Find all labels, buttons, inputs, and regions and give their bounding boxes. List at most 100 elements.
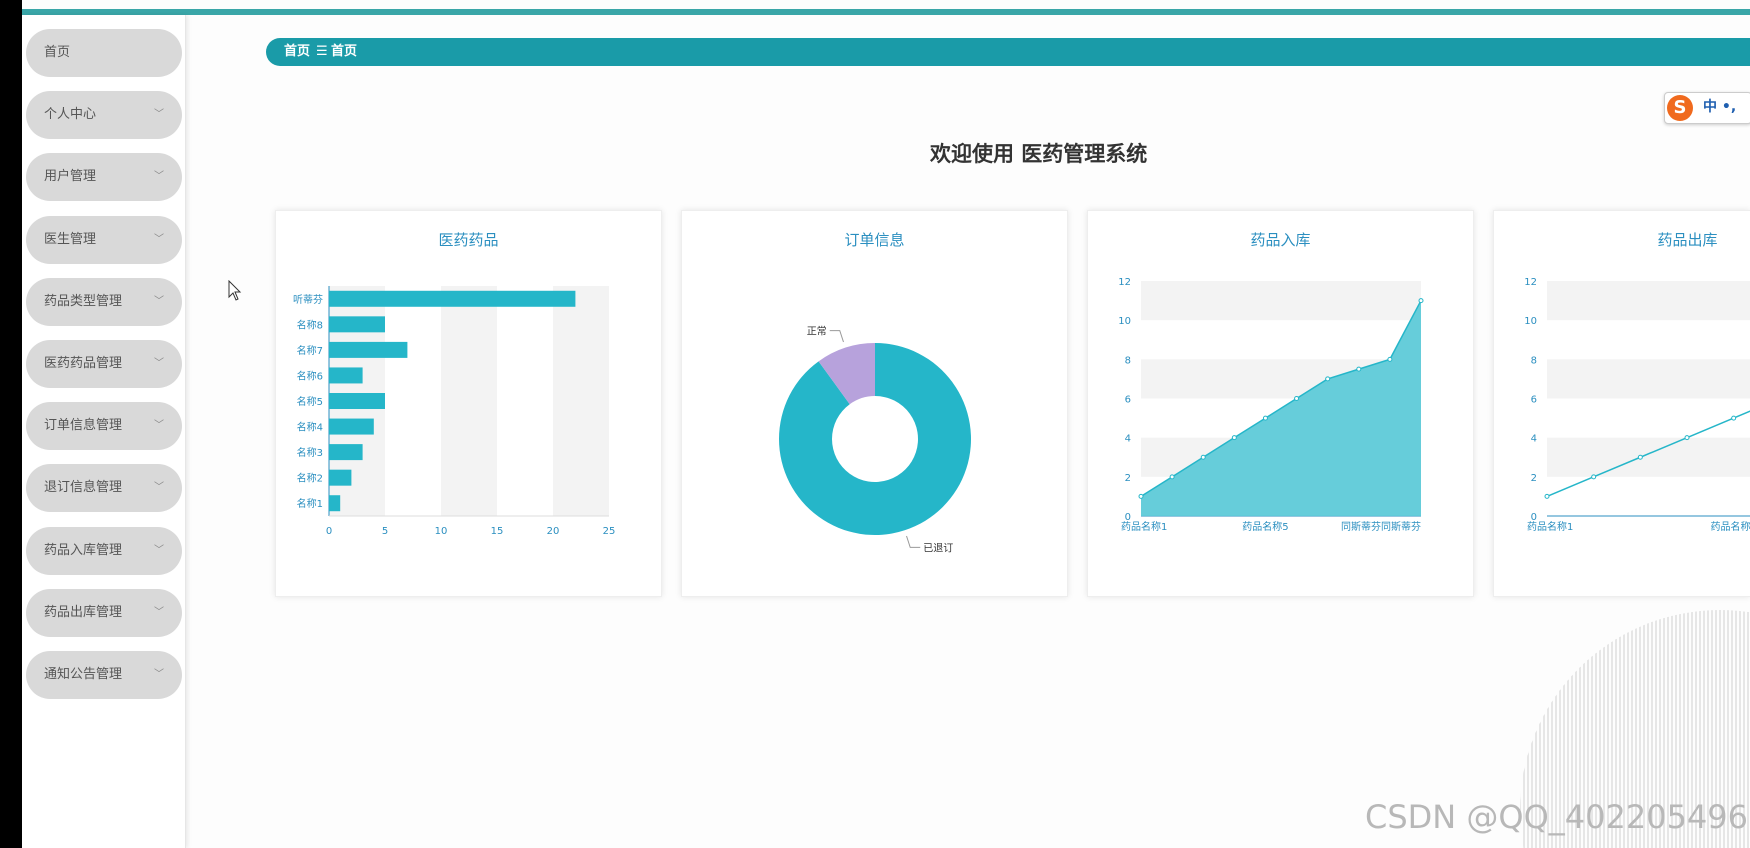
tick-label: 听蒂芬 [293, 294, 323, 306]
top-accent-bar [0, 9, 1750, 15]
tick-label: 0 [326, 526, 332, 537]
sidebar-item[interactable]: 药品出库管理 ﹀ [26, 588, 182, 637]
chevron-down-icon: ﹀ [154, 358, 164, 369]
data-point [1387, 356, 1393, 362]
grid-band [1141, 281, 1421, 321]
tick-label: 10 [1524, 316, 1537, 327]
tick-label: 名称8 [297, 318, 323, 331]
watermark: CSDN @QQ_402205496 [1365, 798, 1749, 836]
bar [329, 393, 385, 409]
tick-label: 5 [382, 526, 388, 537]
tick-label: 10 [1118, 316, 1131, 327]
sidebar-item[interactable]: 首页 [26, 29, 182, 77]
data-point [1637, 454, 1643, 460]
sidebar: 首页 个人中心 ﹀ 用户管理 ﹀ 医生管理 ﹀ 药品类型管理 ﹀ 医药药品管理 ﹀ 订单信息管理 ﹀ 退订… [22, 15, 186, 848]
chart-card-orders: 订单信息 已退订 正常 [681, 210, 1068, 597]
sidebar-item[interactable]: 医生管理 ﹀ [26, 215, 182, 264]
chevron-down-icon: ﹀ [154, 606, 164, 618]
grid-band [1547, 437, 1750, 477]
tick-label: 名称7 [297, 344, 323, 357]
slice-label: 已退订 [923, 542, 953, 554]
data-point [1169, 474, 1175, 480]
sidebar-item[interactable]: 订单信息管理 ﹀ [26, 402, 182, 451]
data-point [1262, 415, 1268, 421]
chevron-down-icon: ﹀ [154, 669, 164, 680]
page-title: 欢迎使用 医药管理系统 [930, 142, 1148, 166]
tick-label: 2 [1531, 473, 1537, 484]
bar-chart: 名称1 名称2 名称3 名称4 名称5 名称6 名称7 名称8 听蒂芬 0 5 10 15 20 25 [293, 286, 616, 537]
tick-label: 25 [603, 526, 616, 537]
donut-chart: 已退订 正常 [779, 325, 971, 554]
data-point [1356, 366, 1362, 372]
breadcrumb: 首页 ☰ 首页 [266, 38, 1750, 66]
chevron-down-icon: ﹀ [154, 544, 164, 556]
breadcrumb-current: 首页 [331, 44, 358, 59]
tick-label: 2 [1125, 473, 1131, 484]
tick-label: 名称6 [297, 369, 323, 382]
sidebar-item-label: 医生管理 [44, 231, 97, 247]
tick-label: 药品名称5 [1710, 520, 1750, 533]
chevron-down-icon: ﹀ [154, 420, 164, 432]
sidebar-item[interactable]: 药品类型管理 ﹀ [26, 277, 182, 326]
bar [329, 444, 363, 461]
sidebar-item-label: 医药药品管理 [44, 356, 123, 371]
area-chart: 024681012药品名称1 药品名称5 同斯蒂芬同斯蒂芬 [1118, 277, 1424, 533]
bar [329, 495, 341, 512]
tick-label: 名称5 [297, 395, 323, 408]
ime-toolbar[interactable]: S 中 •, [1664, 92, 1750, 124]
data-point [1544, 493, 1550, 499]
tick-label: 8 [1531, 355, 1537, 366]
tick-label: 4 [1125, 434, 1131, 445]
grid-band [1547, 359, 1750, 399]
data-point [1138, 493, 1144, 499]
slice-leader-line [906, 535, 921, 548]
tick-label: 4 [1531, 434, 1537, 445]
breadcrumb-home-link[interactable]: 首页 [284, 38, 310, 66]
chevron-down-icon: ﹀ [154, 171, 164, 183]
tick-label: 12 [1524, 277, 1537, 288]
sidebar-item-label: 用户管理 [44, 169, 97, 185]
tick-label: 同斯蒂芬同斯蒂芬 [1341, 520, 1421, 533]
data-point [1294, 396, 1300, 401]
sidebar-item[interactable]: 通知公告管理 ﹀ [26, 651, 182, 699]
slice-label: 正常 [807, 325, 827, 338]
tick-label: 药品名称1 [1527, 520, 1573, 533]
tick-label: 12 [1118, 277, 1131, 288]
chart-card-stock-in: 药品入库 0 2 4 6 8 10 12 药品名称1 药品名称5 同斯蒂芬同斯蒂芬 [1087, 210, 1474, 597]
tick-label: 10 [435, 526, 448, 537]
sidebar-item-label: 药品类型管理 [44, 293, 123, 309]
bar [329, 341, 408, 358]
chevron-down-icon: ﹀ [154, 109, 164, 121]
chevron-down-icon: ﹀ [154, 233, 164, 245]
sidebar-item-label: 药品入库管理 [44, 542, 123, 558]
sidebar-item[interactable]: 医药药品管理 ﹀ [26, 340, 182, 388]
sidebar-item-label: 首页 [44, 45, 71, 60]
tick-label: 15 [491, 526, 504, 537]
sidebar-item[interactable]: 用户管理 ﹀ [26, 153, 182, 202]
data-point [1731, 415, 1737, 421]
sidebar-item[interactable]: 退订信息管理 ﹀ [26, 464, 182, 513]
sidebar-item-label: 订单信息管理 [44, 418, 123, 434]
tick-label: 名称1 [297, 497, 323, 510]
sidebar-item[interactable]: 个人中心 ﹀ [26, 91, 182, 140]
bar [329, 469, 352, 486]
sidebar-item-label: 个人中心 [44, 107, 97, 123]
tick-label: 药品名称1 [1121, 520, 1167, 533]
bar [329, 290, 576, 307]
chart-card-stock-out: 药品出库 024681012药品名称1药品名称5 [1493, 210, 1750, 597]
window-left-edge [0, 0, 22, 848]
tick-label: 名称4 [297, 421, 323, 434]
ime-mode-text: 中 •, [1703, 99, 1737, 115]
data-point [1684, 435, 1690, 441]
slice-leader-line [829, 330, 844, 343]
grid-band [1547, 281, 1750, 321]
data-point [1200, 454, 1206, 460]
sidebar-item-label: 通知公告管理 [44, 667, 123, 682]
tick-label: 名称3 [297, 446, 323, 459]
tick-label: 6 [1125, 395, 1131, 406]
tick-label: 6 [1531, 395, 1537, 406]
sidebar-item[interactable]: 药品入库管理 ﹀ [26, 526, 182, 575]
tick-label: 药品名称5 [1242, 520, 1288, 533]
chevron-down-icon: ﹀ [154, 482, 164, 494]
grid-band [441, 286, 497, 516]
